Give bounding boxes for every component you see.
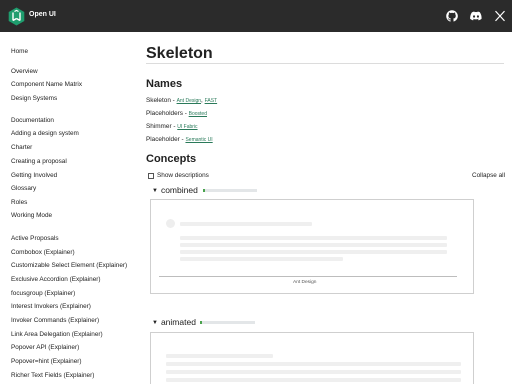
skeleton-line bbox=[166, 378, 461, 382]
link-ant-design[interactable]: Ant Design bbox=[177, 98, 201, 104]
sidebar-item-adding-design-system[interactable]: Adding a design system bbox=[11, 130, 79, 137]
name-row-placeholder: Placeholder - Semantic UI bbox=[146, 136, 213, 143]
name-label: Skeleton bbox=[146, 97, 171, 104]
meter-fill bbox=[203, 189, 206, 192]
x-icon[interactable] bbox=[494, 10, 506, 22]
sidebar-item-creating-proposal[interactable]: Creating a proposal bbox=[11, 158, 67, 165]
concept-demo-animated bbox=[150, 332, 474, 384]
meter-fill bbox=[200, 321, 203, 324]
sidebar-item-glossary[interactable]: Glossary bbox=[11, 185, 36, 192]
triangle-down-icon: ▼ bbox=[152, 320, 158, 326]
demo-divider bbox=[159, 276, 457, 277]
sidebar-item-link-area-delegation[interactable]: Link Area Delegation (Explainer) bbox=[11, 331, 103, 338]
concepts-heading: Concepts bbox=[146, 153, 197, 165]
link-semantic-ui[interactable]: Semantic UI bbox=[185, 137, 212, 143]
github-icon[interactable] bbox=[446, 10, 458, 22]
sidebar-item-overview[interactable]: Overview bbox=[11, 68, 38, 75]
skeleton-line bbox=[180, 222, 312, 226]
sidebar-item-roles[interactable]: Roles bbox=[11, 199, 27, 206]
sidebar-item-popover-hint[interactable]: Popover=hint (Explainer) bbox=[11, 358, 82, 365]
concept-toggle-animated[interactable]: ▼ animated bbox=[152, 317, 196, 327]
skeleton-line bbox=[180, 257, 343, 261]
name-row-skeleton: Skeleton - Ant Design, FAST bbox=[146, 97, 217, 104]
skeleton-line bbox=[166, 362, 461, 366]
names-heading: Names bbox=[146, 78, 183, 90]
open-ui-logo[interactable] bbox=[8, 7, 25, 26]
triangle-down-icon: ▼ bbox=[152, 188, 158, 194]
collapse-all-button[interactable]: Collapse all bbox=[472, 172, 505, 179]
skeleton-line bbox=[180, 243, 447, 247]
page-title: Skeleton bbox=[146, 45, 213, 62]
name-row-placeholders: Placeholders - Boosted bbox=[146, 110, 207, 117]
name-label: Shimmer bbox=[146, 123, 172, 130]
name-label: Placeholder bbox=[146, 136, 180, 143]
link-boosted[interactable]: Boosted bbox=[189, 111, 207, 117]
discord-icon[interactable] bbox=[470, 10, 482, 22]
sidebar-item-popover-api[interactable]: Popover API (Explainer) bbox=[11, 344, 79, 351]
sidebar-item-focusgroup[interactable]: focusgroup (Explainer) bbox=[11, 290, 75, 297]
sidebar-item-getting-involved[interactable]: Getting Involved bbox=[11, 172, 57, 179]
sidebar-item-working-mode[interactable]: Working Mode bbox=[11, 212, 52, 219]
name-row-shimmer: Shimmer - UI Fabric bbox=[146, 123, 198, 130]
main-content: Skeleton Names Skeleton - Ant Design, FA… bbox=[146, 32, 506, 384]
concept-demo-combined: Ant Design bbox=[150, 199, 474, 294]
sidebar-item-charter[interactable]: Charter bbox=[11, 144, 32, 151]
sidebar-item-design-systems[interactable]: Design Systems bbox=[11, 95, 57, 102]
sidebar-item-interest-invokers[interactable]: Interest Invokers (Explainer) bbox=[11, 303, 91, 310]
skeleton-line bbox=[166, 370, 461, 374]
show-descriptions-checkbox[interactable] bbox=[148, 173, 154, 179]
concept-name: combined bbox=[160, 185, 198, 195]
link-fast[interactable]: FAST bbox=[205, 98, 218, 104]
link-comma: , bbox=[201, 97, 203, 104]
concept-meter-combined bbox=[203, 189, 257, 192]
link-ui-fabric[interactable]: UI Fabric bbox=[177, 124, 197, 130]
show-descriptions-label[interactable]: Show descriptions bbox=[157, 172, 209, 179]
sidebar-item-customizable-select[interactable]: Customizable Select Element (Explainer) bbox=[11, 262, 127, 269]
skeleton-avatar bbox=[166, 219, 175, 228]
concept-meter-animated bbox=[200, 321, 255, 324]
demo-caption: Ant Design bbox=[293, 280, 317, 285]
sidebar-item-invoker-commands[interactable]: Invoker Commands (Explainer) bbox=[11, 317, 99, 324]
sidebar-item-home[interactable]: Home bbox=[11, 48, 28, 55]
sidebar-item-documentation[interactable]: Documentation bbox=[11, 117, 54, 124]
top-bar: Open UI bbox=[0, 0, 512, 32]
sidebar-item-exclusive-accordion[interactable]: Exclusive Accordion (Explainer) bbox=[11, 276, 101, 283]
skeleton-line bbox=[166, 354, 273, 358]
skeleton-line bbox=[180, 250, 447, 254]
title-divider bbox=[146, 63, 504, 64]
sidebar-item-combobox[interactable]: Combobox (Explainer) bbox=[11, 249, 75, 256]
sidebar-item-component-name-matrix[interactable]: Component Name Matrix bbox=[11, 81, 82, 88]
skeleton-line bbox=[180, 236, 447, 240]
concept-name: animated bbox=[160, 317, 196, 327]
sidebar-item-active-proposals[interactable]: Active Proposals bbox=[11, 235, 59, 242]
concept-toggle-combined[interactable]: ▼ combined bbox=[152, 185, 198, 195]
brand-name[interactable]: Open UI bbox=[29, 11, 56, 18]
name-label: Placeholders bbox=[146, 110, 183, 117]
sidebar-item-richer-text-fields[interactable]: Richer Text Fields (Explainer) bbox=[11, 372, 94, 379]
